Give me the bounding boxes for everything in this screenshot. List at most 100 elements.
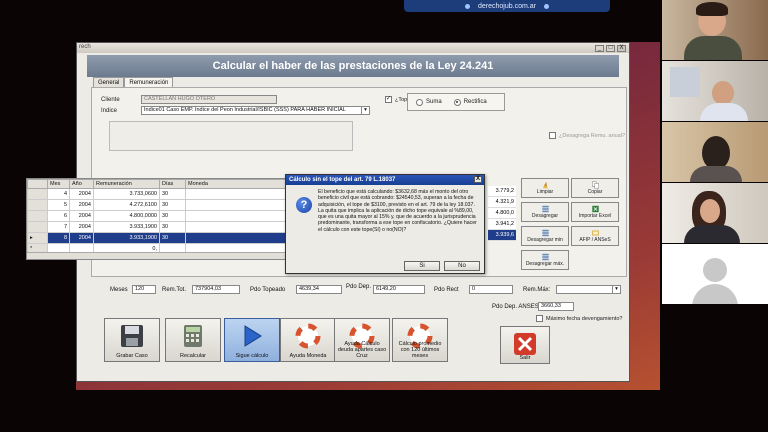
desagregar-button[interactable]: Desagregar — [521, 202, 569, 222]
computed-cell[interactable]: 4.321,9 — [488, 197, 516, 208]
row-header[interactable] — [27, 188, 48, 200]
dialog-close-button[interactable]: X — [474, 176, 482, 183]
radio-rectifica[interactable]: Rectifica — [453, 98, 487, 106]
confirm-dialog: Cálculo sin el tope del art. 79 L.18037 … — [285, 174, 485, 274]
cell-dias[interactable]: 30 — [159, 199, 186, 211]
col-dias[interactable]: Días — [159, 179, 186, 189]
cell-anio[interactable]: 2004 — [69, 221, 94, 233]
screen: derechojub.com.ar rech _ □ X Calcular el… — [0, 0, 768, 432]
row-header-current-icon[interactable]: ▸ — [27, 232, 48, 244]
pdo-rect-field[interactable]: 0 — [469, 285, 513, 294]
ayuda-moneda-button[interactable]: Ayuda Moneda — [280, 318, 336, 362]
remtot-field[interactable]: 737904,03 — [192, 285, 240, 294]
minimize-button[interactable]: _ — [595, 44, 604, 52]
afip-anses-button[interactable]: AFIP / ANSeS — [571, 226, 619, 246]
participant-2-window — [670, 67, 700, 97]
cell-mes[interactable]: 7 — [47, 221, 70, 233]
desagrega-check-icon[interactable] — [549, 132, 556, 139]
cell-anio[interactable]: 2004 — [69, 199, 94, 211]
share-menu-icon[interactable] — [543, 3, 549, 9]
indice-select[interactable]: Indice01 Caso EMP. Indice del Peon Indus… — [141, 106, 369, 115]
screenshare-bar[interactable]: derechojub.com.ar — [404, 0, 610, 12]
cell-anio[interactable]: 2004 — [69, 210, 94, 222]
col-remuneracion[interactable]: Remuneración — [93, 179, 160, 189]
row-header[interactable] — [27, 221, 48, 233]
remtot-label: Rem.Tot. — [162, 287, 187, 293]
max-fecha-checkbox[interactable]: Máximo fecha devengamiento? — [536, 315, 622, 322]
dialog-title-text: Cálculo sin el tope del art. 79 L.18037 — [289, 177, 396, 183]
video-tile-participant-5[interactable] — [662, 244, 768, 304]
calculo-promedio-button[interactable]: Cálculo promedio con 120 últimos meses — [392, 318, 448, 362]
dialog-yes-button[interactable]: Si — [404, 261, 440, 271]
cell-remu[interactable]: 4.272,6100 — [93, 199, 160, 211]
computed-cell[interactable]: 4.800,0 — [488, 208, 516, 219]
cell-remu[interactable]: 3.933,1900 — [93, 232, 160, 244]
cell-remu[interactable]: 3.933,1900 — [93, 221, 160, 233]
cell-mes[interactable]: 6 — [47, 210, 70, 222]
afip-anses-label: AFIP / ANSeS — [579, 237, 611, 243]
col-anio[interactable]: Año — [69, 179, 94, 189]
rem-max-select[interactable] — [556, 285, 620, 294]
suma-rectifica-group: Suma Rectifica — [407, 93, 505, 111]
video-tile-participant-4[interactable] — [662, 183, 768, 243]
col-mes[interactable]: Mes — [47, 179, 70, 189]
max-fecha-check-icon[interactable] — [536, 315, 543, 322]
video-tile-participant-3[interactable] — [662, 122, 768, 182]
computed-column: 3.779,2 4.321,9 4.800,0 3.941,2 3.939,6 — [488, 186, 516, 241]
pdo-rect-label: Pdo Rect — [434, 287, 459, 293]
desagrega-label: ¿Desagrega Remu. anual? — [559, 132, 626, 139]
computed-cell[interactable]: 3.779,2 — [488, 186, 516, 197]
desagregar-max-button[interactable]: Desagregar máx. — [521, 250, 569, 270]
tope-check-icon[interactable]: ✓ — [385, 96, 392, 103]
cell-dias[interactable]: 30 — [159, 232, 186, 244]
cell-remu[interactable]: 4.800,0000 — [93, 210, 160, 222]
indice-label: Indice — [101, 108, 118, 114]
computed-cell-selected[interactable]: 3.939,6 — [488, 230, 516, 241]
limpiar-label: Limpiar — [536, 189, 554, 195]
cell-mes[interactable]: 4 — [47, 188, 70, 200]
sigue-calculo-button[interactable]: Sigue cálculo — [224, 318, 280, 362]
desagrega-checkbox[interactable]: ¿Desagrega Remu. anual? — [549, 132, 625, 139]
pdo-anses-label: Pdo Dep. ANSES — [492, 304, 539, 310]
recalcular-button[interactable]: Recalcular — [165, 318, 221, 362]
cell-mes[interactable]: 8 — [47, 232, 70, 244]
meses-field[interactable]: 120 — [132, 285, 156, 294]
lifebuoy-icon — [295, 323, 321, 349]
avatar-body-icon — [692, 284, 738, 304]
desagregar-min-button[interactable]: Desagregar min — [521, 226, 569, 246]
radio-rectifica-icon[interactable] — [453, 98, 461, 106]
row-header[interactable] — [27, 199, 48, 211]
video-tile-participant-2[interactable] — [662, 61, 768, 121]
indice-value: Indice01 Caso EMP. Indice del Peon Indus… — [144, 107, 346, 113]
cell-dias[interactable]: 30 — [159, 210, 186, 222]
grabar-caso-button[interactable]: Grabar Caso — [104, 318, 160, 362]
copiar-label: Copiar — [587, 189, 603, 195]
row-header[interactable] — [27, 210, 48, 222]
pdo-dep-field[interactable]: 6149,20 — [373, 285, 425, 294]
radio-suma-icon[interactable] — [416, 98, 423, 106]
cell-remu[interactable]: 3.733,0600 — [93, 188, 160, 200]
limpiar-button[interactable]: Limpiar — [521, 178, 569, 198]
cell-anio[interactable]: 2004 — [69, 232, 94, 244]
close-window-button[interactable]: X — [617, 44, 626, 52]
importar-excel-button[interactable]: Importar Excel — [571, 202, 619, 222]
maximize-button[interactable]: □ — [606, 44, 615, 52]
copy-icon — [592, 181, 599, 189]
cliente-field[interactable]: CASTELLAN HUGO OTERO — [141, 95, 277, 104]
cell-dias[interactable]: 30 — [159, 188, 186, 200]
computed-cell[interactable]: 3.941,2 — [488, 219, 516, 230]
dialog-no-button[interactable]: No — [444, 261, 480, 271]
chevron-down-icon[interactable]: ▾ — [612, 285, 621, 294]
cell-mes[interactable]: 5 — [47, 199, 70, 211]
pdo-anses-field[interactable]: 3660,33 — [538, 302, 574, 311]
cell-anio[interactable]: 2004 — [69, 188, 94, 200]
chevron-down-icon[interactable]: ▾ — [361, 106, 370, 115]
pdo-topeado-field[interactable]: 4639,34 — [296, 285, 342, 294]
ayuda-calculo-deuda-button[interactable]: Ayuda Cálculo deuda apartes caso Cruz — [334, 318, 390, 362]
salir-button[interactable]: Salir — [500, 326, 550, 364]
radio-suma[interactable]: Suma — [416, 98, 442, 106]
participant-4-face — [700, 199, 720, 223]
copiar-button[interactable]: Copiar — [571, 178, 619, 198]
cell-dias[interactable]: 30 — [159, 221, 186, 233]
video-tile-participant-1[interactable] — [662, 0, 768, 60]
